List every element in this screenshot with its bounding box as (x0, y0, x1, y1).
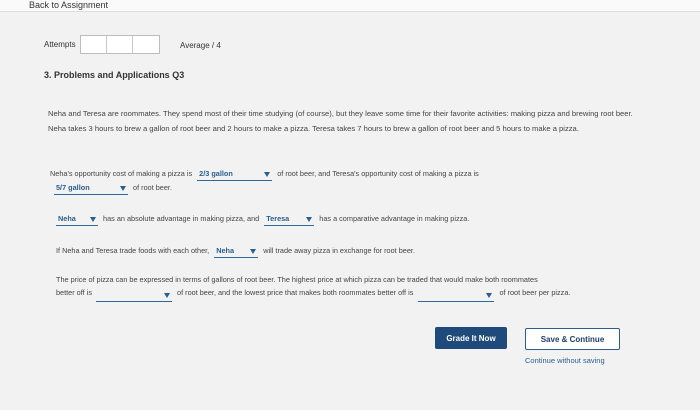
trade-away-pizza-dropdown[interactable]: Neha (214, 246, 259, 258)
comparative-advantage-dropdown[interactable]: Teresa (264, 214, 315, 226)
teresa-opportunity-cost-dropdown[interactable]: 5/7 gallon (54, 183, 128, 195)
part4-pre-text: better off is (56, 288, 92, 297)
dropdown-arrow-icon (264, 171, 271, 177)
attempt-box (106, 35, 133, 53)
neha-opportunity-cost-dropdown[interactable]: 2/3 gallon (197, 169, 273, 181)
attempt-indicator (79, 34, 160, 54)
part4-sentence: The price of pizza can be expressed in t… (56, 273, 656, 302)
dropdown-value: 2/3 gallon (199, 169, 233, 178)
part2-mid-text: has an absolute advantage in making pizz… (103, 214, 260, 223)
attempts-label: Attempts (44, 39, 76, 49)
part1-mid-text: of root beer, and Teresa's opportunity c… (277, 169, 479, 178)
dropdown-arrow-icon (486, 292, 493, 298)
part2-sentence: Neha has an absolute advantage in making… (56, 212, 636, 226)
part2-post-text: has a comparative advantage in making pi… (319, 214, 470, 223)
dropdown-arrow-icon (90, 216, 96, 222)
question-title: 3. Problems and Applications Q3 (44, 70, 185, 80)
attempts-row: Attempts (44, 34, 160, 54)
attempt-box (80, 35, 107, 53)
part3-pre-text: If Neha and Teresa trade foods with each… (56, 246, 210, 255)
continue-without-saving-link[interactable]: Continue without saving (525, 356, 605, 365)
back-to-assignment-link[interactable]: Back to Assignment (29, 0, 108, 10)
highest-price-dropdown[interactable] (96, 290, 172, 302)
part4-line1-text: The price of pizza can be expressed in t… (56, 275, 538, 284)
part1-sentence: Neha's opportunity cost of making a pizz… (50, 167, 610, 195)
part3-post-text: will trade away pizza in exchange for ro… (263, 246, 415, 255)
dropdown-value: Neha (58, 214, 76, 223)
absolute-advantage-dropdown[interactable]: Neha (56, 214, 98, 226)
attempt-box (132, 35, 159, 53)
dropdown-arrow-icon (306, 216, 313, 222)
dropdown-arrow-icon (120, 185, 126, 191)
dropdown-value: Neha (216, 246, 235, 255)
part1-post-text: of root beer. (133, 183, 172, 192)
dropdown-value: Teresa (266, 214, 290, 223)
question-intro: Neha and Teresa are roommates. They spen… (48, 109, 633, 133)
part3-sentence: If Neha and Teresa trade foods with each… (56, 244, 636, 258)
dropdown-arrow-icon (250, 248, 257, 254)
lowest-price-dropdown[interactable] (418, 290, 495, 302)
grade-it-now-button[interactable]: Grade It Now (435, 327, 507, 349)
dropdown-value: 5/7 gallon (56, 183, 90, 192)
average-score: Average / 4 (180, 41, 221, 50)
part4-post-text: of root beer per pizza. (499, 288, 571, 297)
part4-mid-text: of root beer, and the lowest price that … (177, 288, 414, 297)
part1-pre-text: Neha's opportunity cost of making a pizz… (50, 169, 193, 178)
save-and-continue-button[interactable]: Save & Continue (525, 328, 620, 350)
dropdown-arrow-icon (164, 292, 170, 298)
